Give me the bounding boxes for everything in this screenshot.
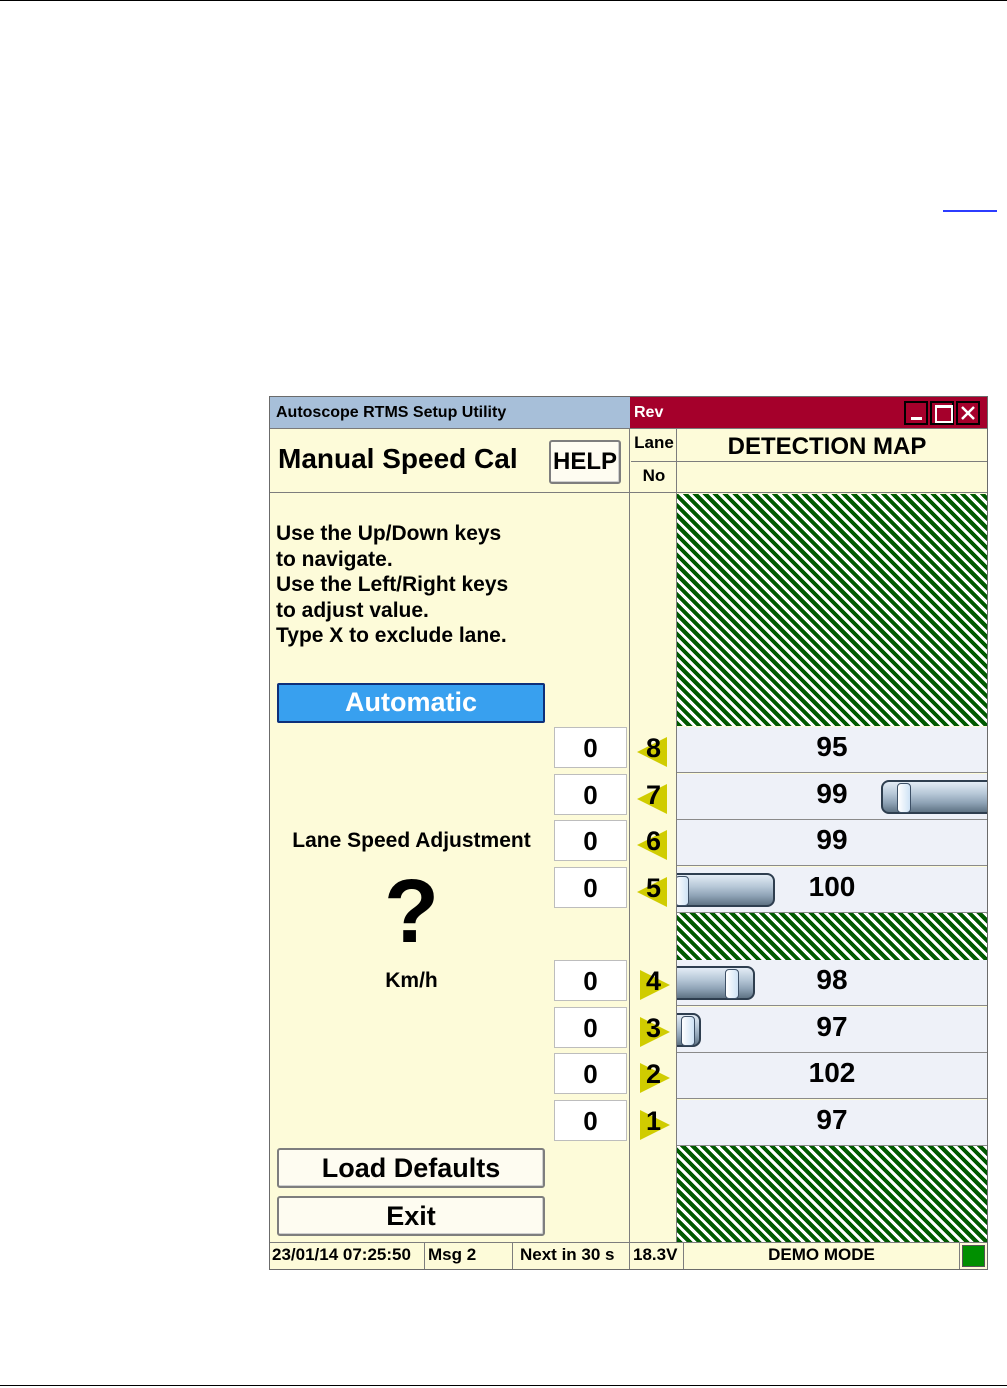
lane-adjust-field[interactable]: 0 (554, 867, 627, 908)
instruction-line: to navigate. (276, 547, 393, 571)
close-icon (961, 406, 975, 420)
minimize-button[interactable] (904, 401, 928, 425)
lane-row[interactable]: 99 (677, 820, 987, 866)
load-defaults-button[interactable]: Load Defaults (277, 1148, 545, 1188)
instructions: Use the Up/Down keys to navigate. Use th… (276, 521, 576, 649)
page-link-underline (943, 210, 997, 212)
lane-adjust-field[interactable]: 0 (554, 774, 627, 815)
lane-speed: 97 (816, 1104, 848, 1135)
maximize-icon (935, 405, 953, 423)
lane-speed: 97 (816, 1011, 848, 1042)
lane-number: 1 (632, 1100, 678, 1146)
lane-adjust-field[interactable]: 0 (554, 1053, 627, 1094)
median-zone (677, 913, 987, 960)
header-bottom-divider (270, 492, 987, 493)
header-divider (631, 461, 987, 462)
lane-number-text: 7 (646, 780, 662, 810)
lane-adjust-field[interactable]: 0 (554, 960, 627, 1001)
status-message: Msg 2 (428, 1245, 477, 1264)
vehicle-icon (677, 873, 775, 907)
lane-number: 4 (632, 960, 678, 1006)
adjustment-value: ? (384, 862, 439, 962)
lane-row[interactable]: 97 (677, 1007, 987, 1053)
lane-row[interactable]: 97 (677, 1100, 987, 1146)
status-divider (512, 1243, 513, 1269)
lane-row[interactable]: 95 (677, 727, 987, 773)
lane-number: 7 (632, 774, 678, 820)
lane-header-top: Lane (634, 433, 674, 452)
lane-speed: 99 (816, 824, 848, 855)
status-divider (424, 1243, 425, 1269)
lane-adjust-field[interactable]: 0 (554, 1007, 627, 1048)
lane-row[interactable]: 98 (677, 960, 987, 1006)
unit-label: Km/h (385, 969, 438, 992)
lane-speed: 102 (808, 1057, 856, 1088)
window-title: Autoscope RTMS Setup Utility (276, 404, 507, 421)
vehicle-icon (881, 780, 987, 814)
page-top-rule (0, 0, 1007, 1)
instruction-line: Type X to exclude lane. (276, 624, 507, 647)
status-mode: DEMO MODE (768, 1245, 875, 1264)
lane-number-text: 5 (646, 873, 662, 903)
app-window: Autoscope RTMS Setup Utility Rev Manual … (269, 396, 988, 1270)
detection-map-title: DETECTION MAP (727, 433, 927, 460)
maximize-button[interactable] (930, 401, 954, 425)
vehicle-icon (677, 966, 755, 1000)
instruction-line: Use the Left/Right keys (276, 573, 509, 596)
exit-button[interactable]: Exit (277, 1196, 545, 1236)
instruction-line: Use the Up/Down keys (276, 522, 502, 545)
status-next: Next in 30 s (520, 1245, 615, 1264)
lane-number-text: 2 (646, 1059, 662, 1089)
lane-adjust-field[interactable]: 0 (554, 727, 627, 768)
lane-number-text: 4 (646, 966, 662, 996)
lane-header-bottom: No (642, 466, 666, 485)
vehicle-icon (677, 1013, 701, 1047)
lane-adjust-field[interactable]: 0 (554, 1100, 627, 1141)
status-divider (629, 1243, 630, 1269)
lane-speed: 95 (816, 731, 848, 762)
close-button[interactable] (956, 401, 980, 425)
lane-number-text: 1 (646, 1106, 662, 1136)
rev-label: Rev (634, 404, 664, 421)
screen-title: Manual Speed Cal (278, 443, 518, 474)
lane-number-text: 3 (646, 1013, 662, 1043)
instruction-line: to adjust value. (276, 598, 429, 622)
lane-row[interactable]: 100 (677, 867, 987, 913)
lane-speed-adjustment-label: Lane Speed Adjustment (292, 829, 531, 852)
no-detection-zone (677, 494, 987, 726)
lane-row[interactable]: 99 (677, 774, 987, 820)
lane-number-text: 6 (646, 826, 662, 856)
lane-adjust-field[interactable]: 0 (554, 820, 627, 861)
lane-number: 2 (632, 1053, 678, 1099)
lane-number: 3 (632, 1007, 678, 1053)
status-voltage: 18.3V (633, 1245, 678, 1264)
status-datetime: 23/01/14 07:25:50 (272, 1245, 411, 1264)
lane-number-text: 8 (646, 733, 662, 763)
help-button[interactable]: HELP (549, 440, 621, 484)
lane-number: 6 (632, 820, 678, 866)
automatic-button[interactable]: Automatic (277, 683, 545, 723)
minimize-icon (911, 417, 922, 420)
page-bottom-rule (0, 1385, 1007, 1386)
title-bar[interactable]: Autoscope RTMS Setup Utility (270, 397, 630, 429)
status-led-icon (962, 1245, 985, 1267)
status-divider (959, 1243, 960, 1269)
lane-number: 5 (632, 867, 678, 913)
column-divider (629, 429, 630, 1243)
no-detection-zone (677, 1146, 987, 1242)
lane-number: 8 (632, 727, 678, 773)
lane-row[interactable]: 102 (677, 1053, 987, 1099)
